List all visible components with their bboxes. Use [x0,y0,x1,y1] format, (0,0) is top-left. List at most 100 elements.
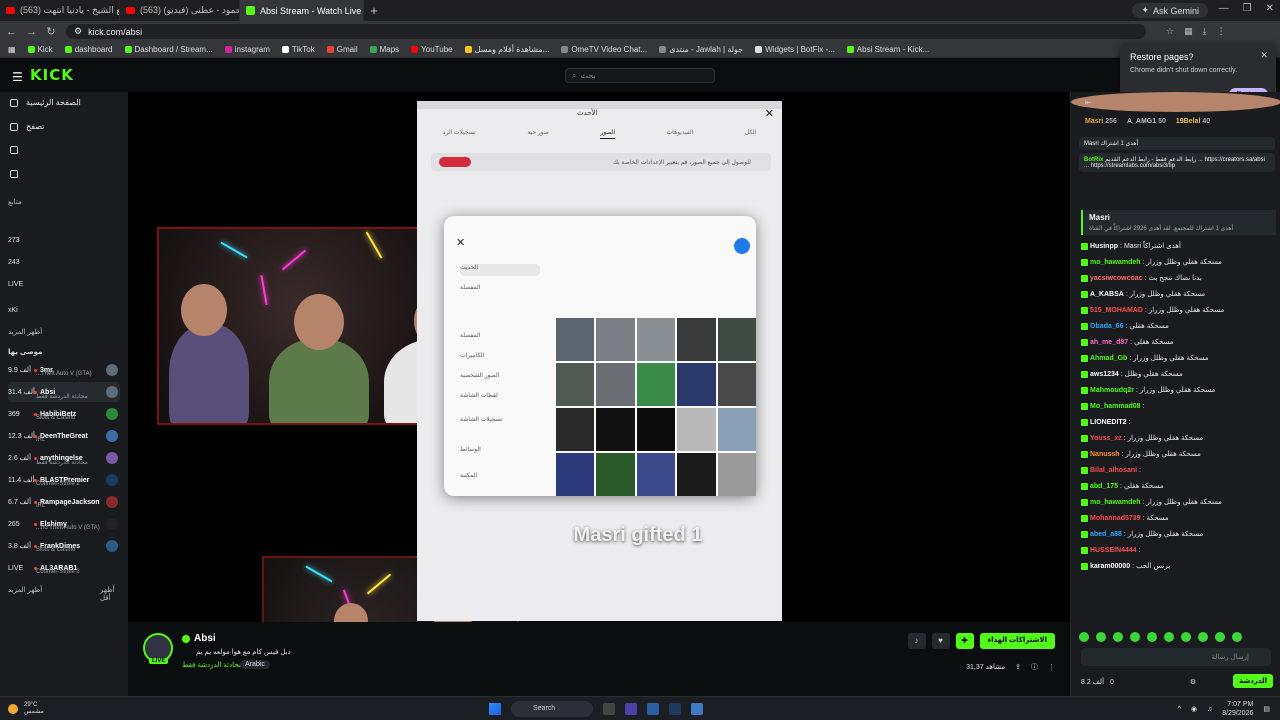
bookmark-item[interactable]: instagram [224,45,270,54]
url-field[interactable]: ⚙ kick.com/absi [66,24,1146,39]
chat-username[interactable]: Ahmad_Gb [1090,355,1127,362]
minimize-icon[interactable]: — [1219,3,1229,14]
windows-start-icon[interactable] [489,703,501,715]
apps-icon[interactable]: ▦ [8,45,16,54]
top-gifter[interactable]: Masri 256 [1085,118,1117,125]
bookmark-item[interactable]: dashboard [64,45,113,54]
settings-icon[interactable]: ⚙ [1190,678,1196,686]
emote-icon[interactable] [1096,632,1106,642]
recommended-channel[interactable]: LIVE AL3ARAB1 Counter-Strike 2 [8,558,120,578]
recommended-channel[interactable]: 3.8 ألف FrankDimes Slots & Casino [8,536,120,556]
emote-icon[interactable] [1147,632,1157,642]
task-view-icon[interactable] [603,703,615,715]
emote-icon[interactable] [1164,632,1174,642]
chat-username[interactable]: Obada_66 [1090,323,1123,330]
reload-icon[interactable]: ↻ [46,25,56,38]
site-info-icon[interactable]: ⚙ [74,26,82,37]
bookmark-item[interactable]: TikTok [281,45,315,54]
forward-icon[interactable]: → [26,26,37,38]
recommended-channel[interactable]: 2.6 ألف anythingelse محادثة الدردشة فقط [8,448,120,468]
close-icon[interactable]: ✕ [1260,50,1268,61]
chat-username[interactable]: Bilal_alhosani [1090,467,1137,474]
emote-icon[interactable] [1232,632,1242,642]
stream-category[interactable]: محادثة الدردشة فقط [182,661,243,669]
chat-username[interactable]: Nanussh [1090,451,1120,458]
following-channel[interactable]: LIVE [8,274,120,294]
browser-tab[interactable]: (563) ودیع الشیخ - یادنیا انتهت...✕ [0,0,120,21]
taskbar-search[interactable]: Search [511,701,593,717]
chat-input[interactable]: إرسال رسالة [1081,648,1271,666]
show-less-link[interactable]: أظهر أقل [100,586,120,602]
maximize-icon[interactable]: ❐ [1243,3,1252,14]
bookmark-item[interactable]: Kick [27,45,53,54]
browser-tab[interactable]: (563) صباح محمود - عطنی (فیدیو)✕ [120,0,240,21]
bookmark-item[interactable]: Widgets | BotFix -... [755,45,835,54]
volume-icon[interactable]: ♫ [1207,706,1212,713]
language-tag[interactable]: Arabic [240,660,270,669]
tray-chevron-icon[interactable]: ^ [1178,706,1181,713]
bookmark-item[interactable]: منتدى - Jawlah | جولة [659,45,743,54]
chat-username[interactable]: aws1234 [1090,371,1119,378]
chat-username[interactable]: mo_hawamdeh [1090,499,1141,506]
chat-username[interactable]: Mohannad5739 [1090,515,1141,522]
discord-icon[interactable] [625,703,637,715]
app-icon[interactable] [691,703,703,715]
chat-username[interactable]: abed_a88 [1090,531,1122,538]
extensions-icon[interactable]: ▦ [1184,26,1193,37]
following-channel[interactable]: 243 [8,252,120,272]
app-icon[interactable] [647,703,659,715]
chat-username[interactable]: mo_hawamdeh [1090,259,1141,266]
star-icon[interactable]: ☆ [1166,26,1174,37]
emote-icon[interactable] [1215,632,1225,642]
recommended-channel[interactable]: 6.7 ألف RampageJackson IRL [8,492,120,512]
following-channel[interactable]: xKi [8,300,120,320]
chat-username[interactable]: Mahmoudq2r [1090,387,1134,394]
emote-icon[interactable] [1181,632,1191,642]
streamer-name[interactable]: Absi [182,633,216,644]
search-input[interactable]: ⌕ بحث [565,68,715,83]
kick-logo[interactable]: KICK [30,66,74,84]
chat-username[interactable]: 515_MOHAMAD [1090,307,1143,314]
hamburger-menu-icon[interactable]: ☰ [12,70,23,84]
chat-username[interactable]: HUSSEIN4444 [1090,547,1137,554]
browser-tab-active[interactable]: Absi Stream - Watch Live o✕ [240,0,364,21]
gift-sub-icon[interactable]: ✚ [955,633,974,649]
sidebar-item-misc[interactable] [10,170,122,178]
recommended-channel[interactable]: 11.4 ألف BLASTPremier Counter-Strike 2 [8,470,120,490]
download-icon[interactable]: ⤓ [1203,26,1207,37]
recommended-channel[interactable]: 9.9 ألف 3mr ...Theft Auto V (GTA) [8,360,120,380]
network-icon[interactable]: ◉ [1191,705,1197,713]
heart-icon[interactable]: ♥ [931,633,950,649]
weather-widget[interactable]: 29°C مشمس [8,702,44,715]
chat-username[interactable]: Mo_hammad08 [1090,403,1141,410]
chat-username[interactable]: ah_me_d87 [1090,339,1128,346]
recommended-channel[interactable]: 31.4 ألف Absi محادثة الدردشة فقط [8,382,120,402]
recommended-channel[interactable]: 12.3 ألف DeenTheGreat IRL [8,426,120,446]
bell-icon[interactable]: ♪ [907,633,926,649]
menu-icon[interactable]: ⋮ [1217,26,1226,37]
chat-username[interactable]: LIONEDIT2 [1090,419,1127,426]
sidebar-item-browse[interactable]: تصفح [10,122,122,131]
emote-icon[interactable] [1079,632,1089,642]
top-gifter[interactable]: 19Belal 40 [1176,118,1210,125]
bookmark-item[interactable]: YouTube [411,45,453,54]
sidebar-item-following[interactable] [10,146,122,154]
emote-icon[interactable] [1198,632,1208,642]
back-icon[interactable]: ← [6,26,17,38]
bookmark-item[interactable]: Gmail [326,45,358,54]
bookmark-item[interactable]: OmeTV Video Chat... [561,45,647,54]
clock[interactable]: 7:07 PM 8/29/2026 [1222,700,1253,718]
window-close-icon[interactable]: ✕ [1266,3,1274,14]
emote-icon[interactable] [1130,632,1140,642]
steam-icon[interactable] [669,703,681,715]
top-gifter[interactable]: A_AMG1 50 [1127,118,1166,125]
chat-username[interactable]: karam00000 [1090,563,1130,570]
recommended-channel[interactable]: 369 HabibiBetz Slots & Casino [8,404,120,424]
chat-username[interactable]: A_KABSA [1090,291,1124,298]
recommended-channel[interactable]: 265 Elshimy ...nd Theft Auto V (GTA) [8,514,120,534]
show-more-link[interactable]: أظهر المزيد [8,328,118,336]
pinned-bot-message[interactable]: BotRix رابط الدعم فقط - رابط الدعم القدي… [1079,153,1275,172]
info-icon[interactable]: ⓘ [1031,662,1038,672]
new-tab-button[interactable]: + [364,3,384,18]
sidebar-item-home[interactable]: الصفحة الرئيسية [10,98,122,107]
